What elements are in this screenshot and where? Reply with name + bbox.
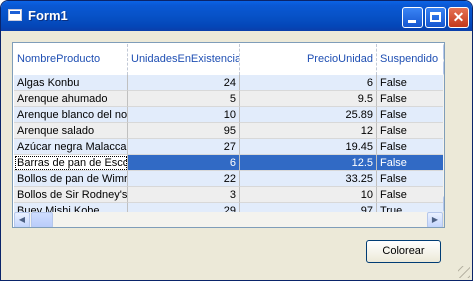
maximize-icon: [430, 12, 441, 22]
cell-unidadesenexistencia[interactable]: 24: [128, 75, 240, 91]
table-row[interactable]: Bollos de Sir Rodney's 3 10 False: [14, 187, 444, 203]
cell-preciounidad[interactable]: 33.25: [240, 171, 377, 187]
vertical-scroll-thumb[interactable]: [443, 61, 444, 75]
cell-preciounidad[interactable]: 25.89: [240, 107, 377, 123]
minimize-button[interactable]: [402, 7, 423, 28]
cell-nombreproducto[interactable]: Arenque ahumado: [14, 91, 128, 107]
products-data-grid[interactable]: NombreProducto UnidadesEnExistencia Prec…: [12, 42, 445, 228]
cell-nombreproducto[interactable]: Bollos de Sir Rodney's: [14, 187, 128, 203]
maximize-button[interactable]: [425, 7, 446, 28]
cell-nombreproducto-current[interactable]: Barras de pan de Escc: [14, 155, 128, 171]
scroll-right-button[interactable]: ▶: [427, 212, 443, 227]
cell-suspendido[interactable]: False: [377, 123, 444, 139]
cell-suspendido[interactable]: False: [377, 155, 444, 171]
cell-preciounidad[interactable]: 12: [240, 123, 377, 139]
cell-nombreproducto[interactable]: Arenque blanco del no: [14, 107, 128, 123]
horizontal-scrollbar[interactable]: ◀ ▶: [14, 212, 443, 227]
cell-preciounidad[interactable]: 19.45: [240, 139, 377, 155]
scroll-right-arrow-icon: ▶: [431, 215, 439, 224]
table-row[interactable]: Algas Konbu 24 6 False: [14, 75, 444, 91]
app-window-icon[interactable]: [8, 9, 22, 21]
cell-nombreproducto[interactable]: Bollos de pan de Wimr: [14, 171, 128, 187]
horizontal-scroll-thumb[interactable]: [31, 212, 53, 227]
table-row[interactable]: Arenque ahumado 5 9.5 False: [14, 91, 444, 107]
form1-window: Form1 ✕ NombreProducto UnidadesEnExisten…: [0, 0, 473, 281]
table-row[interactable]: Arenque salado 95 12 False: [14, 123, 444, 139]
cell-unidadesenexistencia[interactable]: 3: [128, 187, 240, 203]
table-row[interactable]: Azúcar negra Malacca 27 19.45 False: [14, 139, 444, 155]
cell-suspendido[interactable]: False: [377, 91, 444, 107]
column-header-nombreproducto[interactable]: NombreProducto: [14, 44, 128, 75]
cell-preciounidad[interactable]: 12.5: [240, 155, 377, 171]
window-title: Form1: [28, 8, 68, 23]
close-icon: ✕: [452, 9, 465, 25]
grid-header-row: NombreProducto UnidadesEnExistencia Prec…: [14, 44, 444, 75]
table-row-selected[interactable]: Barras de pan de Escc 6 12.5 False: [14, 155, 444, 171]
vertical-scrollbar[interactable]: ▲ ▼: [443, 44, 444, 212]
column-header-preciounidad[interactable]: PrecioUnidad: [240, 44, 377, 75]
cell-unidadesenexistencia[interactable]: 6: [128, 155, 240, 171]
colorear-button[interactable]: Colorear: [366, 240, 441, 263]
cell-suspendido[interactable]: False: [377, 139, 444, 155]
cell-unidadesenexistencia[interactable]: 22: [128, 171, 240, 187]
cell-suspendido[interactable]: False: [377, 107, 444, 123]
cell-suspendido[interactable]: False: [377, 75, 444, 91]
cell-preciounidad[interactable]: 9.5: [240, 91, 377, 107]
table-row[interactable]: Arenque blanco del no 10 25.89 False: [14, 107, 444, 123]
scroll-left-arrow-icon: ◀: [18, 215, 26, 224]
cell-preciounidad[interactable]: 10: [240, 187, 377, 203]
cell-preciounidad[interactable]: 6: [240, 75, 377, 91]
scroll-down-button[interactable]: ▼: [443, 196, 444, 212]
resize-grip-icon[interactable]: [458, 266, 470, 278]
minimize-icon: [408, 20, 416, 23]
cell-suspendido[interactable]: False: [377, 187, 444, 203]
scroll-up-button[interactable]: ▲: [443, 44, 444, 60]
table-row[interactable]: Bollos de pan de Wimr 22 33.25 False: [14, 171, 444, 187]
title-bar[interactable]: Form1 ✕: [1, 1, 472, 31]
column-header-unidadesenexistencia[interactable]: UnidadesEnExistencia: [128, 44, 240, 75]
cell-nombreproducto[interactable]: Algas Konbu: [14, 75, 128, 91]
cell-unidadesenexistencia[interactable]: 95: [128, 123, 240, 139]
cell-unidadesenexistencia[interactable]: 5: [128, 91, 240, 107]
column-header-suspendido[interactable]: Suspendido: [377, 44, 444, 75]
scrollbar-corner: [443, 212, 444, 227]
cell-unidadesenexistencia[interactable]: 27: [128, 139, 240, 155]
cell-suspendido[interactable]: False: [377, 171, 444, 187]
cell-nombreproducto[interactable]: Arenque salado: [14, 123, 128, 139]
scroll-left-button[interactable]: ◀: [14, 212, 30, 227]
cell-unidadesenexistencia[interactable]: 10: [128, 107, 240, 123]
cell-nombreproducto[interactable]: Azúcar negra Malacca: [14, 139, 128, 155]
close-button[interactable]: ✕: [448, 7, 469, 28]
